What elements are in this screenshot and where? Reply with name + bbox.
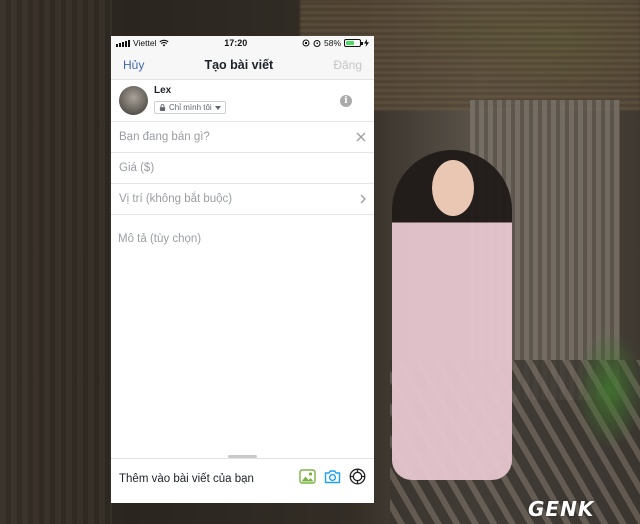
- add-to-post-bar[interactable]: Thêm vào bài viết của bạn: [111, 455, 374, 503]
- author-name: Lex: [154, 85, 172, 96]
- add-to-post-icons: [299, 468, 366, 485]
- privacy-label: Chỉ mình tôi: [169, 103, 212, 112]
- navigation-bar: Hủy Tạo bài viết Đăng: [111, 50, 374, 80]
- tag-icon[interactable]: [349, 468, 366, 485]
- wifi-icon: [159, 39, 170, 47]
- clear-icon[interactable]: [356, 132, 366, 142]
- add-to-post-label: Thêm vào bài viết của bạn: [119, 473, 254, 485]
- author-info: Lex Chỉ mình tôi: [154, 85, 226, 116]
- status-time: 17:20: [224, 38, 248, 48]
- charging-icon: [364, 39, 369, 47]
- battery-level: [346, 41, 354, 45]
- location-placeholder: Vị trí (không bắt buộc): [119, 193, 233, 205]
- description-placeholder: Mô tả (tùy chọn): [118, 233, 202, 245]
- signal-icon: [116, 39, 130, 47]
- phone-screen: Viettel 17:20 58% Hủy Tạo bài viết Đăng …: [111, 36, 374, 503]
- cancel-button[interactable]: Hủy: [123, 58, 144, 72]
- chevron-right-icon: [360, 194, 366, 204]
- battery-percent: 58%: [323, 38, 341, 48]
- price-field[interactable]: Giá ($): [111, 153, 374, 184]
- info-icon[interactable]: i: [340, 95, 352, 107]
- price-placeholder: Giá ($): [119, 162, 155, 174]
- author-row: Lex Chỉ mình tôi i: [111, 80, 374, 122]
- orientation-lock-icon: [302, 39, 310, 47]
- battery-icon: [344, 39, 363, 47]
- item-name-field[interactable]: Bạn đang bán gì?: [111, 122, 374, 153]
- background-leaves: [575, 330, 640, 450]
- status-left: Viettel: [116, 38, 170, 48]
- description-field[interactable]: Mô tả (tùy chọn): [111, 215, 374, 461]
- privacy-selector[interactable]: Chỉ mình tôi: [154, 101, 226, 114]
- item-name-placeholder: Bạn đang bán gì?: [119, 131, 210, 143]
- drag-handle[interactable]: [228, 455, 257, 458]
- alarm-icon: [313, 40, 321, 47]
- post-button[interactable]: Đăng: [333, 58, 362, 72]
- background-wall: [0, 0, 112, 524]
- watermark-logo: GENK: [528, 497, 595, 521]
- camera-icon[interactable]: [324, 468, 341, 485]
- photo-icon[interactable]: [299, 468, 316, 485]
- background-person-face: [432, 160, 474, 216]
- carrier-name: Viettel: [133, 38, 157, 48]
- status-bar: Viettel 17:20 58%: [111, 36, 374, 50]
- avatar[interactable]: [119, 86, 148, 115]
- location-field[interactable]: Vị trí (không bắt buộc): [111, 184, 374, 215]
- page-title: Tạo bài viết: [204, 57, 274, 72]
- lock-icon: [159, 104, 166, 111]
- status-right: 58%: [302, 38, 369, 48]
- chevron-down-icon: [214, 105, 221, 110]
